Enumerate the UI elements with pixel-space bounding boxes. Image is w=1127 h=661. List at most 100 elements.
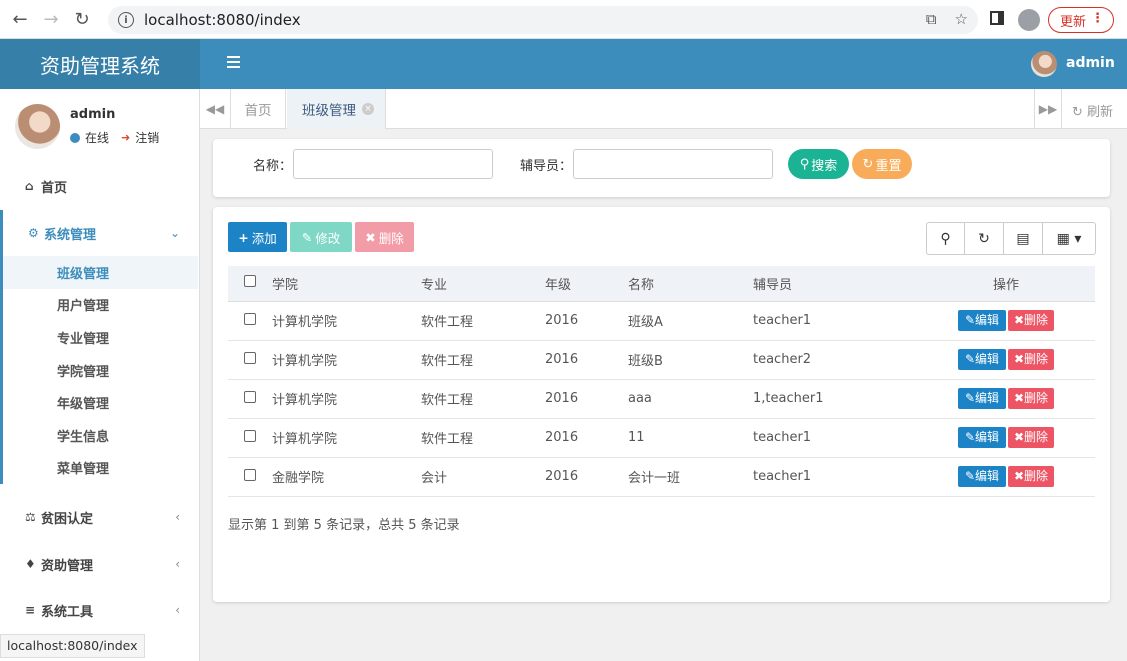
row-edit-label: 编辑 [975, 391, 1000, 405]
sidebar-item-grade-management[interactable]: 年级管理 [3, 386, 198, 419]
browser-status-url: localhost:8080/index [0, 634, 145, 658]
table-cell: 班级A [628, 301, 753, 341]
column-header: 操作 [903, 266, 1095, 302]
refresh-label: 刷新 [1087, 105, 1114, 120]
row-edit-button[interactable]: ✎编辑 [958, 466, 1006, 487]
sidebar-item-system-management[interactable]: ⚙ 系统管理 ⌄ [0, 210, 198, 256]
sidebar-toggle-icon[interactable] [227, 56, 240, 71]
table-cell: 金融学院 [272, 457, 421, 497]
row-delete-button[interactable]: ✖删除 [1008, 388, 1054, 409]
sidebar-item-major-management[interactable]: 专业管理 [3, 321, 198, 354]
sidebar-item-system-tools[interactable]: ≡ 系统工具 ‹ [0, 587, 198, 633]
columns-icon[interactable]: ▦ ▾ [1043, 223, 1095, 254]
search-button[interactable]: ⚲ 搜索 [788, 149, 849, 179]
select-all-checkbox[interactable] [244, 275, 256, 288]
update-label: 更新 [1060, 14, 1087, 30]
row-delete-button[interactable]: ✖删除 [1008, 310, 1054, 331]
row-edit-button[interactable]: ✎编辑 [958, 427, 1006, 448]
sidebar-item-student-info[interactable]: 学生信息 [3, 419, 198, 452]
app-brand: 资助管理系统 [0, 39, 200, 89]
site-info-icon[interactable]: i [118, 12, 134, 28]
forward-arrow-icon[interactable]: → [40, 8, 62, 30]
edit-icon: ✎ [301, 229, 313, 245]
sidebar-item-class-management[interactable]: 班级管理 [3, 256, 198, 289]
row-checkbox[interactable] [244, 312, 256, 325]
table-cell: 2016 [545, 418, 628, 458]
row-checkbox[interactable] [244, 468, 256, 481]
sidebar-item-menu-management[interactable]: 菜单管理 [3, 452, 198, 485]
toggle-search-icon[interactable]: ⚲ [927, 223, 965, 254]
sidebar-item-funding-management[interactable]: ♦ 资助管理 ‹ [0, 541, 198, 587]
sidebar-item-user-management[interactable]: 用户管理 [3, 289, 198, 322]
tab-class-management[interactable]: 班级管理 × [287, 89, 386, 129]
row-checkbox[interactable] [244, 390, 256, 403]
scroll-tabs-right-icon[interactable]: ▶▶ [1034, 89, 1062, 129]
gear-icon: ⚙ [28, 226, 39, 240]
table-cell: aaa [628, 379, 753, 419]
profile-icon[interactable] [1018, 9, 1040, 31]
header-avatar[interactable] [1031, 51, 1057, 77]
reload-icon[interactable]: ↻ [71, 8, 93, 30]
chevron-left-icon: ‹ [175, 510, 180, 524]
row-delete-label: 删除 [1024, 391, 1049, 405]
table-cell: teacher1 [753, 418, 903, 458]
tab-home[interactable]: 首页 [231, 89, 286, 129]
close-tab-icon[interactable]: × [362, 103, 374, 115]
scroll-tabs-left-icon[interactable]: ◀◀ [200, 89, 231, 129]
refresh-icon[interactable]: ↻ [965, 223, 1004, 254]
delete-button[interactable]: ✖ 删除 [355, 222, 414, 252]
reset-button[interactable]: ↻ 重置 [852, 149, 912, 179]
row-delete-label: 删除 [1024, 313, 1049, 327]
column-header[interactable]: 专业 [421, 266, 545, 302]
name-input[interactable] [293, 149, 493, 179]
table-row: 金融学院 会计 2016 会计一班 teacher1 ✎编辑 ✖删除 [228, 457, 1095, 497]
row-edit-button[interactable]: ✎编辑 [958, 349, 1006, 370]
row-delete-button[interactable]: ✖删除 [1008, 349, 1054, 370]
refresh-tab-button[interactable]: ↻ 刷新 [1072, 101, 1113, 120]
address-bar[interactable]: i localhost:8080/index ⧉ ☆ [108, 6, 978, 34]
column-header[interactable]: 学院 [272, 266, 421, 302]
table-row: 计算机学院 软件工程 2016 班级B teacher2 ✎编辑 ✖删除 [228, 340, 1095, 380]
table-cell: teacher1 [753, 301, 903, 341]
edit-button[interactable]: ✎ 修改 [290, 222, 352, 252]
table-cell: 软件工程 [421, 340, 545, 380]
toggle-view-icon[interactable]: ▤ [1004, 223, 1043, 254]
refresh-icon: ↻ [862, 156, 874, 172]
row-checkbox[interactable] [244, 351, 256, 364]
more-menu-icon[interactable]: ⋮ [1091, 11, 1104, 26]
column-header[interactable]: 辅导员 [753, 266, 903, 302]
column-header[interactable]: 年级 [545, 266, 628, 302]
share-icon[interactable]: ⧉ [926, 10, 937, 28]
table-tools: ⚲ ↻ ▤ ▦ ▾ [926, 222, 1096, 255]
row-delete-button[interactable]: ✖删除 [1008, 427, 1054, 448]
sidebar-item-college-management[interactable]: 学院管理 [3, 354, 198, 387]
counselor-input[interactable] [573, 149, 773, 179]
logout-link[interactable]: 注销 [135, 129, 159, 146]
add-button[interactable]: + 添加 [228, 222, 287, 252]
table-cell: 计算机学院 [272, 340, 421, 380]
row-delete-button[interactable]: ✖删除 [1008, 466, 1054, 487]
home-icon: ⌂ [25, 179, 34, 193]
row-edit-label: 编辑 [975, 313, 1000, 327]
bookmark-star-icon[interactable]: ☆ [955, 10, 968, 28]
column-header[interactable]: 名称 [628, 266, 753, 302]
class-table-panel: + 添加 ✎ 修改 ✖ 删除 ⚲ ↻ ▤ ▦ ▾ 学院 专业 年级 名称 辅导员… [213, 207, 1110, 602]
sidebar-item-home[interactable]: ⌂ 首页 [0, 163, 198, 209]
bars-icon: ≡ [25, 603, 36, 617]
update-button[interactable]: 更新 ⋮ [1048, 7, 1114, 33]
sidebar-item-poverty-identification[interactable]: ⚖ 贫困认定 ‹ [0, 494, 198, 540]
pagination-summary: 显示第 1 到第 5 条记录，总共 5 条记录 [228, 518, 460, 533]
row-edit-button[interactable]: ✎编辑 [958, 388, 1006, 409]
side-panel-icon[interactable] [990, 11, 1004, 25]
row-delete-label: 删除 [1024, 469, 1049, 483]
back-arrow-icon[interactable]: ← [9, 8, 31, 30]
logout-icon[interactable]: ➜ [121, 131, 130, 144]
row-checkbox[interactable] [244, 429, 256, 442]
counselor-label: 辅导员： [520, 159, 573, 174]
sidebar-item-label: 系统管理 [44, 227, 97, 243]
table-cell: 会计 [421, 457, 545, 497]
row-edit-button[interactable]: ✎编辑 [958, 310, 1006, 331]
header-username[interactable]: admin [1066, 55, 1115, 71]
table-cell: 11 [628, 418, 753, 458]
add-button-label: 添加 [251, 230, 277, 246]
